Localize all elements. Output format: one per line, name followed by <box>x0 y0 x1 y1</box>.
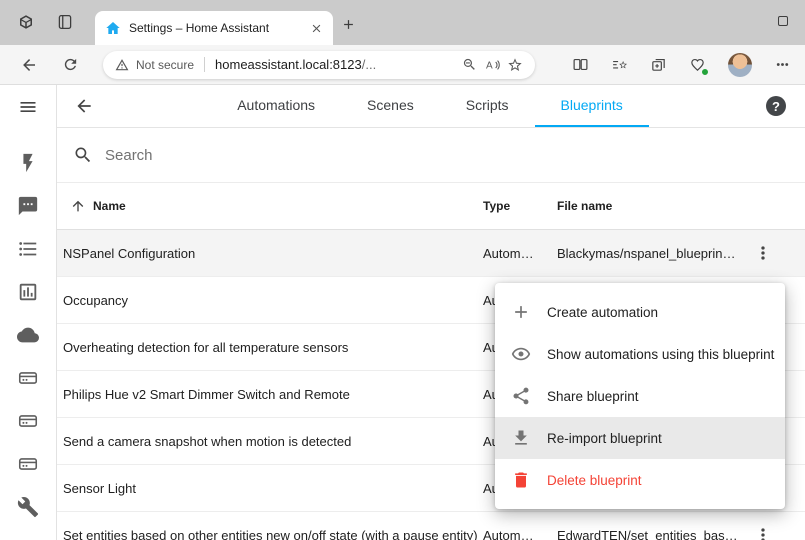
sidebar-item-history[interactable] <box>17 270 39 313</box>
sidebar-menu-button[interactable] <box>18 85 38 128</box>
share-icon <box>511 386 531 406</box>
server-icon <box>17 453 39 475</box>
tab-scenes[interactable]: Scenes <box>341 85 440 127</box>
back-icon[interactable] <box>20 56 38 74</box>
refresh-icon[interactable] <box>62 56 79 73</box>
menu-item-reimport-blueprint[interactable]: Re-import blueprint <box>495 417 785 459</box>
browser-window: Settings – Home Assistant Not secure hom… <box>0 0 805 540</box>
help-icon[interactable]: ? <box>766 96 786 116</box>
sidebar-item-energy[interactable] <box>17 141 39 184</box>
maximize-icon[interactable] <box>778 16 788 26</box>
wrench-icon <box>17 496 39 518</box>
search-input[interactable] <box>105 147 789 164</box>
tab-blueprints[interactable]: Blueprints <box>535 85 649 127</box>
sidebar-item-server-1[interactable] <box>17 356 39 399</box>
server-icon <box>17 367 39 389</box>
blueprint-context-menu: Create automation Show automations using… <box>495 283 785 509</box>
address-divider <box>204 57 205 72</box>
menu-item-delete-blueprint[interactable]: Delete blueprint <box>495 459 785 501</box>
profile-avatar[interactable] <box>728 53 752 77</box>
row-overflow-menu-icon[interactable] <box>753 243 773 263</box>
menu-item-create-automation[interactable]: Create automation <box>495 291 785 333</box>
sidebar-item-server-3[interactable] <box>17 442 39 485</box>
menu-item-share-blueprint[interactable]: Share blueprint <box>495 375 785 417</box>
eye-icon <box>511 344 531 364</box>
browser-tab[interactable]: Settings – Home Assistant <box>95 11 333 45</box>
sidebar-item-assist[interactable] <box>17 184 39 227</box>
security-label: Not secure <box>136 58 194 72</box>
split-screen-icon[interactable] <box>572 56 589 73</box>
search-bar[interactable] <box>57 128 805 183</box>
new-tab-icon[interactable] <box>341 17 356 32</box>
window-controls <box>778 16 788 26</box>
svg-text:A: A <box>486 60 493 71</box>
column-type[interactable]: Type <box>477 199 551 213</box>
sidebar-icons <box>17 141 39 528</box>
read-aloud-icon[interactable]: A <box>484 57 500 73</box>
table-row[interactable]: NSPanel Configuration Autom… Blackymas/n… <box>57 230 805 277</box>
sidebar-item-cloud[interactable] <box>17 313 39 356</box>
ha-tab-bar: Automations Scenes Scripts Blueprints <box>94 85 766 127</box>
settings-more-icon[interactable] <box>774 56 791 73</box>
workspaces-icon[interactable] <box>56 13 74 31</box>
tab-scripts[interactable]: Scripts <box>440 85 535 127</box>
home-assistant-logo-icon <box>105 20 121 36</box>
table-header: Name Type File name <box>57 183 805 230</box>
search-icon <box>73 145 93 165</box>
tab-actions-icon[interactable] <box>17 13 35 31</box>
sort-arrow-up-icon <box>70 198 86 214</box>
sidebar-item-server-2[interactable] <box>17 399 39 442</box>
tab-title: Settings – Home Assistant <box>129 21 302 35</box>
hamburger-icon <box>18 97 38 117</box>
chat-icon <box>17 195 39 217</box>
titlebar-left-icons <box>17 13 74 31</box>
table-row[interactable]: Set entities based on other entities new… <box>57 512 805 540</box>
url-text[interactable]: homeassistant.local:8123/... <box>215 57 376 72</box>
navbar-right-icons <box>572 53 791 77</box>
favorite-star-icon[interactable] <box>507 57 523 73</box>
row-overflow-menu-icon[interactable] <box>753 525 773 540</box>
titlebar: Settings – Home Assistant <box>0 0 805 45</box>
lightning-icon <box>17 152 39 174</box>
ha-back-icon[interactable] <box>74 96 94 116</box>
browser-navbar: Not secure homeassistant.local:8123/... … <box>0 45 805 85</box>
cloud-icon <box>17 324 39 346</box>
essentials-status-badge <box>701 68 709 76</box>
download-icon <box>511 428 531 448</box>
address-bar[interactable]: Not secure homeassistant.local:8123/... … <box>103 51 535 79</box>
sidebar-item-logbook[interactable] <box>17 227 39 270</box>
chart-icon <box>17 281 39 303</box>
ha-header: Automations Scenes Scripts Blueprints ? <box>57 85 805 128</box>
favorites-icon[interactable] <box>611 56 628 73</box>
tab-automations[interactable]: Automations <box>211 85 341 127</box>
server-icon <box>17 410 39 432</box>
trash-icon <box>511 470 531 490</box>
sidebar <box>0 85 57 540</box>
collections-icon[interactable] <box>650 56 667 73</box>
plus-icon <box>511 302 531 322</box>
sidebar-item-developer-tools[interactable] <box>17 485 39 528</box>
zoom-out-icon[interactable] <box>462 57 477 72</box>
column-file-name[interactable]: File name <box>551 199 747 213</box>
menu-item-show-automations[interactable]: Show automations using this blueprint <box>495 333 785 375</box>
warning-icon <box>115 58 129 72</box>
tab-close-icon[interactable] <box>310 22 323 35</box>
column-name[interactable]: Name <box>57 198 477 214</box>
browser-essentials-icon[interactable] <box>689 56 706 73</box>
list-icon <box>17 238 39 260</box>
